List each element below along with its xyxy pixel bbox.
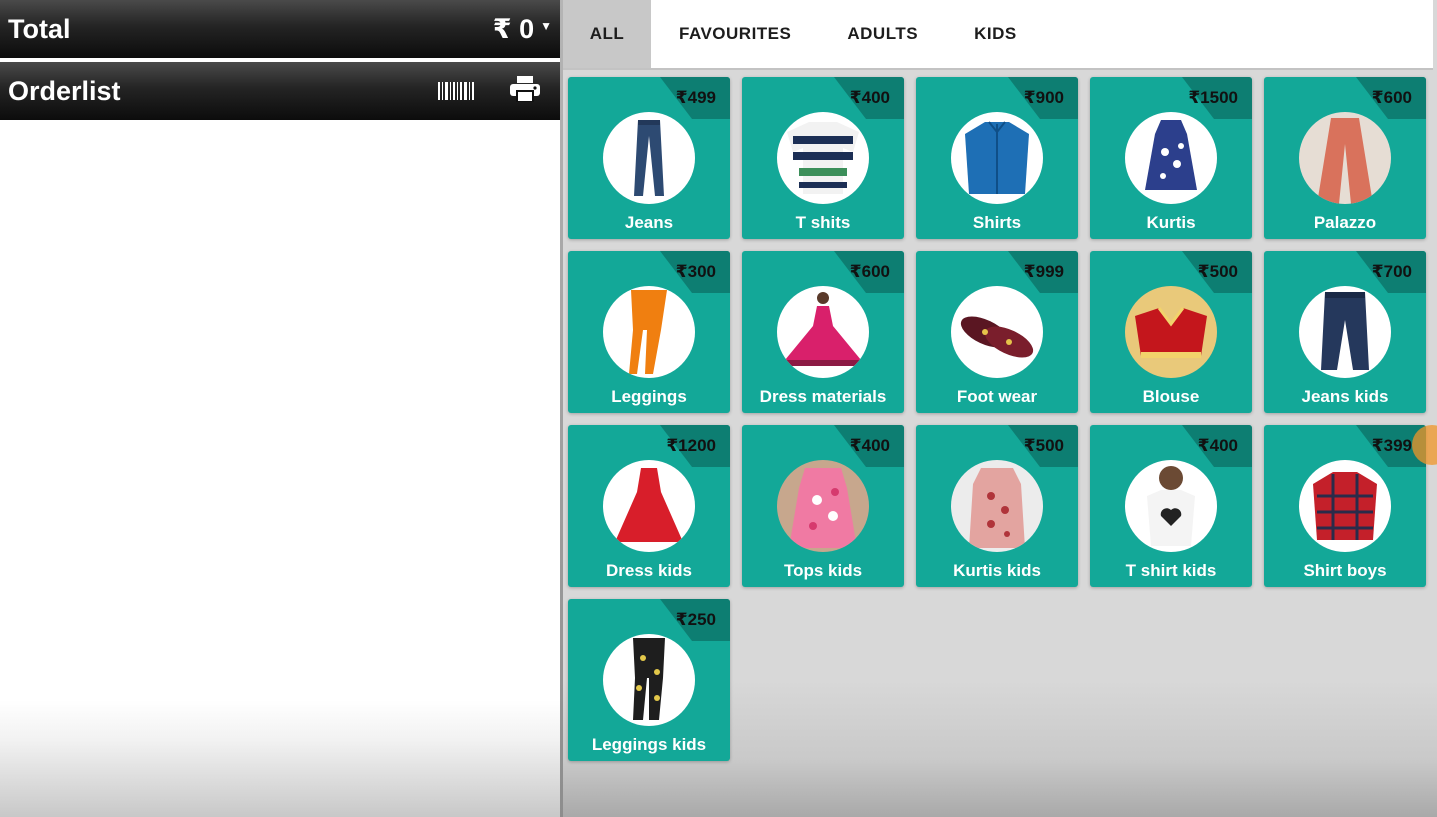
product-card[interactable]: ₹500 Blouse bbox=[1090, 251, 1252, 413]
product-card[interactable]: ₹700 Jeans kids bbox=[1264, 251, 1426, 413]
product-price: ₹600 bbox=[849, 262, 890, 281]
product-price: ₹250 bbox=[675, 610, 716, 629]
product-image-palazzo bbox=[1299, 112, 1391, 204]
product-price: ₹700 bbox=[1371, 262, 1412, 281]
product-image-blouse bbox=[1125, 286, 1217, 378]
product-price: ₹1500 bbox=[1188, 88, 1238, 107]
product-name: Kurtis kids bbox=[953, 561, 1041, 580]
product-name: Foot wear bbox=[956, 387, 1038, 406]
product-image-shirt-boys bbox=[1299, 460, 1391, 552]
product-price: ₹400 bbox=[849, 88, 890, 107]
product-name: Kurtis bbox=[1146, 213, 1196, 232]
total-amount[interactable]: ₹ 0 ▼ bbox=[493, 14, 552, 45]
product-price: ₹500 bbox=[1023, 436, 1064, 455]
product-name: T shirt kids bbox=[1125, 561, 1217, 580]
product-card[interactable]: ₹400 Tops kids bbox=[742, 425, 904, 587]
product-image-kurti bbox=[1125, 112, 1217, 204]
product-card[interactable]: ₹300 Leggings bbox=[568, 251, 730, 413]
product-name: Dress materials bbox=[759, 387, 887, 406]
product-name: T shits bbox=[795, 213, 851, 232]
product-image-kurtis-kids bbox=[951, 460, 1043, 552]
tab-all[interactable]: ALL bbox=[563, 0, 651, 68]
product-name: Shirt boys bbox=[1303, 561, 1387, 580]
product-image-dress-kids bbox=[603, 460, 695, 552]
product-image-jeans bbox=[603, 112, 695, 204]
tab-kids[interactable]: KIDS bbox=[946, 0, 1045, 68]
product-name: Shirts bbox=[972, 213, 1022, 232]
catalog-panel: ALL FAVOURITES ADULTS KIDS ₹499 Jeans ₹4… bbox=[563, 0, 1437, 817]
product-price: ₹499 bbox=[675, 88, 716, 107]
product-price: ₹400 bbox=[1197, 436, 1238, 455]
category-tabs: ALL FAVOURITES ADULTS KIDS bbox=[563, 0, 1433, 70]
product-price: ₹999 bbox=[1023, 262, 1064, 281]
product-price: ₹900 bbox=[1023, 88, 1064, 107]
printer-icon[interactable] bbox=[510, 75, 540, 107]
product-card[interactable]: ₹499 Jeans bbox=[568, 77, 730, 239]
product-price: ₹500 bbox=[1197, 262, 1238, 281]
product-price: ₹400 bbox=[849, 436, 890, 455]
product-price: ₹600 bbox=[1371, 88, 1412, 107]
pos-app: Total ₹ 0 ▼ Orderlist ALL FAVOURITES ADU… bbox=[0, 0, 1437, 817]
product-name: Leggings kids bbox=[591, 735, 707, 754]
product-card[interactable]: ₹500 Kurtis kids bbox=[916, 425, 1078, 587]
total-value: ₹ 0 bbox=[492, 13, 535, 44]
product-price: ₹399 bbox=[1371, 436, 1412, 455]
product-price: ₹1200 bbox=[666, 436, 716, 455]
product-card[interactable]: ₹600 Palazzo bbox=[1264, 77, 1426, 239]
product-image-leggings bbox=[603, 286, 695, 378]
product-image-jeans-kids bbox=[1299, 286, 1391, 378]
product-grid: ₹499 Jeans ₹400 T shits ₹900 Shirts ₹150… bbox=[568, 77, 1428, 761]
product-name: Dress kids bbox=[606, 561, 692, 580]
product-image-tops-kids bbox=[777, 460, 869, 552]
product-card[interactable]: ₹1500 Kurtis bbox=[1090, 77, 1252, 239]
orderlist-label: Orderlist bbox=[8, 75, 121, 106]
product-card[interactable]: ₹600 Dress materials bbox=[742, 251, 904, 413]
total-label: Total bbox=[8, 13, 71, 44]
product-name: Tops kids bbox=[783, 561, 863, 580]
product-card[interactable]: ₹999 Foot wear bbox=[916, 251, 1078, 413]
product-name: Jeans bbox=[624, 213, 674, 232]
product-name: Palazzo bbox=[1313, 213, 1377, 232]
product-image-shirt bbox=[951, 112, 1043, 204]
product-card[interactable]: ₹250 Leggings kids bbox=[568, 599, 730, 761]
product-name: Leggings bbox=[611, 387, 687, 406]
total-bar[interactable]: Total ₹ 0 ▼ bbox=[0, 0, 560, 58]
product-card[interactable]: ₹900 Shirts bbox=[916, 77, 1078, 239]
product-image-tshirt bbox=[777, 112, 869, 204]
product-image-tshirt-kids bbox=[1125, 460, 1217, 552]
orderlist-bar: Orderlist bbox=[0, 62, 560, 120]
chevron-down-icon[interactable]: ▼ bbox=[540, 19, 552, 33]
tab-adults[interactable]: ADULTS bbox=[819, 0, 946, 68]
product-card[interactable]: ₹1200 Dress kids bbox=[568, 425, 730, 587]
product-card[interactable]: ₹400 T shirt kids bbox=[1090, 425, 1252, 587]
product-name: Jeans kids bbox=[1301, 387, 1389, 406]
product-image-leggings-kids bbox=[603, 634, 695, 726]
order-panel: Total ₹ 0 ▼ Orderlist bbox=[0, 0, 560, 817]
barcode-icon[interactable] bbox=[438, 82, 474, 100]
tab-favourites[interactable]: FAVOURITES bbox=[651, 0, 819, 68]
product-image-dress-material bbox=[777, 286, 869, 378]
product-price: ₹300 bbox=[675, 262, 716, 281]
product-card[interactable]: ₹399 Shirt boys bbox=[1264, 425, 1426, 587]
product-name: Blouse bbox=[1142, 387, 1200, 406]
product-image-footwear bbox=[951, 286, 1043, 378]
product-card[interactable]: ₹400 T shits bbox=[742, 77, 904, 239]
